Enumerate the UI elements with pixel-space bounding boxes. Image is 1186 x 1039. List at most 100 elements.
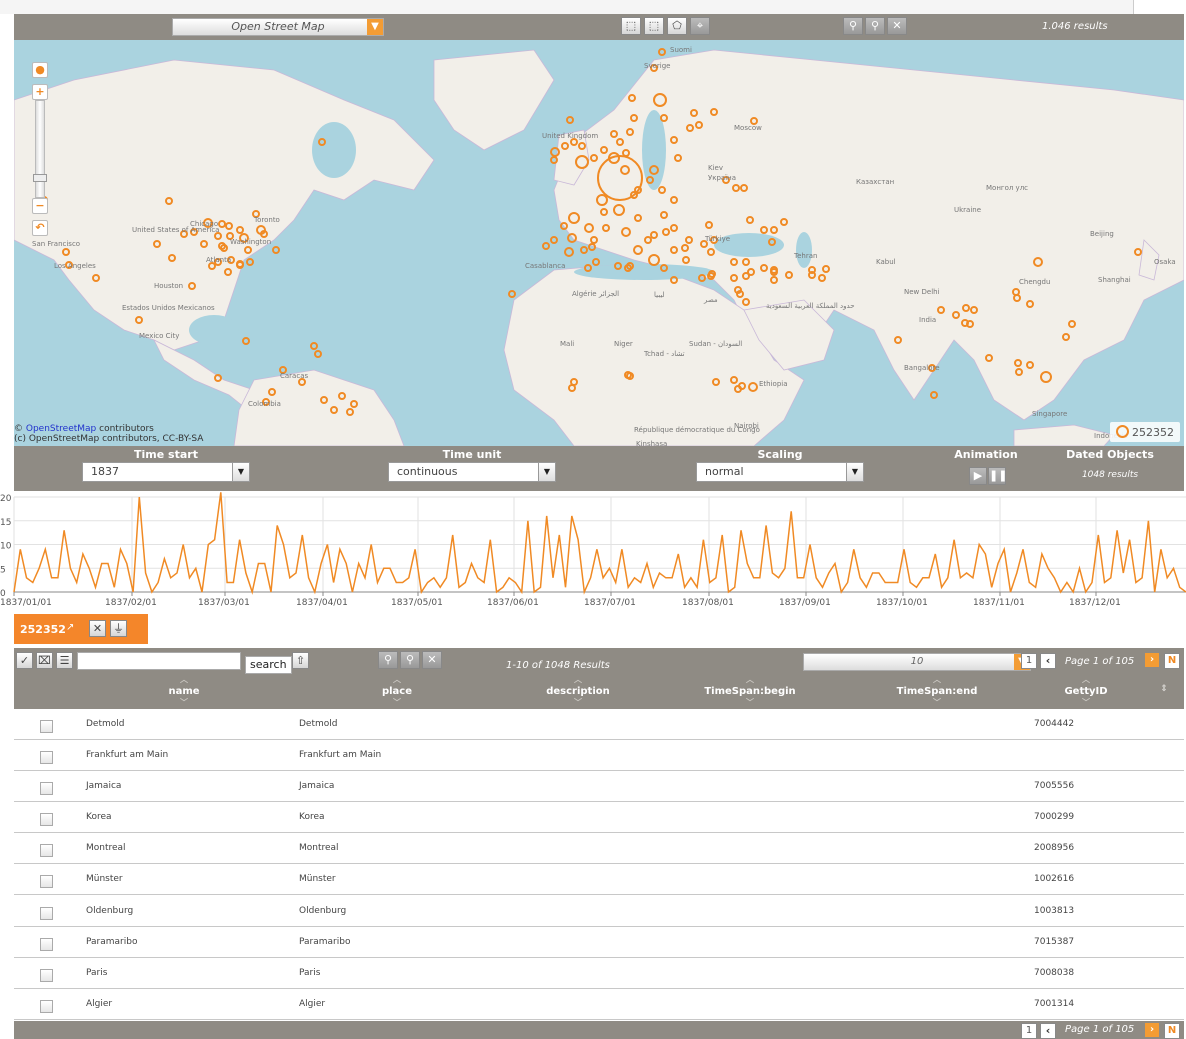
reset-view-icon[interactable]: ↶ <box>32 220 48 236</box>
column-timespan-end[interactable]: ︿ TimeSpan:end ﹀ <box>887 676 987 709</box>
cancel-row-filter-button[interactable]: ✕ <box>422 651 442 669</box>
filter-button[interactable]: ⚲ <box>843 17 863 35</box>
play-icon[interactable]: ▶ <box>969 467 987 485</box>
filter-tag-icon[interactable]: ⏚ <box>110 620 127 637</box>
chevron-down-icon[interactable]: ▼ <box>846 463 863 481</box>
map-marker[interactable] <box>272 246 280 254</box>
pause-icon[interactable]: ❚❚ <box>988 467 1007 485</box>
map-marker[interactable] <box>658 48 666 56</box>
column-description[interactable]: ︿ description ﹀ <box>528 676 628 709</box>
map-marker[interactable] <box>592 258 600 266</box>
row-checkbox[interactable] <box>40 875 53 888</box>
map-marker[interactable] <box>580 246 588 254</box>
select-all-icon[interactable]: ✓ <box>16 652 33 669</box>
table-row[interactable]: Detmold Detmold 7004442 <box>14 709 1184 740</box>
table-row[interactable]: Montreal Montreal 2008956 <box>14 833 1184 864</box>
row-checkbox[interactable] <box>40 813 53 826</box>
last-page-button[interactable]: N <box>1164 1023 1180 1039</box>
row-checkbox[interactable] <box>40 751 53 764</box>
row-checkbox[interactable] <box>40 969 53 982</box>
table-row[interactable]: Paris Paris 7008038 <box>14 958 1184 989</box>
inverse-filter-rows-button[interactable]: ⚲ <box>400 651 420 669</box>
map-marker[interactable] <box>930 391 938 399</box>
table-row[interactable]: Korea Korea 7000299 <box>14 802 1184 833</box>
table-row[interactable]: Algier Algier 7001314 <box>14 989 1184 1020</box>
next-page-icon[interactable]: › <box>1145 653 1159 667</box>
select-rectangle-button[interactable]: ⬚ <box>621 17 641 35</box>
map-marker[interactable] <box>566 116 574 124</box>
search-button[interactable]: search <box>245 656 292 674</box>
close-tag-button[interactable]: ✕ <box>89 620 106 637</box>
map-marker[interactable] <box>698 274 706 282</box>
time-unit-select[interactable]: continuous ▼ <box>388 462 556 482</box>
zoom-slider-handle[interactable] <box>33 174 47 182</box>
map[interactable]: Suomi Sverige Moscow United Kingdom Kiev Укра… <box>14 40 1184 446</box>
map-marker[interactable] <box>508 290 516 298</box>
map-marker[interactable] <box>310 342 318 350</box>
page-number-box[interactable]: 1 <box>1021 1023 1037 1039</box>
row-checkbox[interactable] <box>40 938 53 951</box>
row-checkbox[interactable] <box>40 907 53 920</box>
map-marker[interactable] <box>542 242 550 250</box>
external-link-icon[interactable]: ↗ <box>66 622 74 633</box>
filter-rows-button[interactable]: ⚲ <box>378 651 398 669</box>
row-checkbox[interactable] <box>40 1000 53 1013</box>
table-row[interactable]: Paramaribo Paramaribo 7015387 <box>14 927 1184 958</box>
sort-icon[interactable]: ⇕ <box>1154 684 1174 700</box>
table-row[interactable]: Frankfurt am Main Frankfurt am Main <box>14 740 1184 771</box>
series-line[interactable] <box>13 492 1186 595</box>
chevron-down-icon[interactable]: ▼ <box>538 463 555 481</box>
map-place-label: Tehran <box>793 252 817 260</box>
select-circle-button[interactable]: ⬚ <box>644 17 664 35</box>
zoom-out-button[interactable]: − <box>32 198 48 214</box>
map-marker[interactable] <box>588 243 596 251</box>
table-row[interactable]: Jamaica Jamaica 7005556 <box>14 771 1184 802</box>
select-polygon-button[interactable]: ⬠ <box>667 17 687 35</box>
row-checkbox[interactable] <box>40 782 53 795</box>
deselect-icon[interactable]: ⌧ <box>36 652 53 669</box>
column-name[interactable]: ︿ name ﹀ <box>134 676 234 709</box>
time-start-select[interactable]: 1837 ▼ <box>82 462 250 482</box>
list-icon[interactable]: ☰ <box>56 652 73 669</box>
cell-name: Oldenburg <box>86 906 134 916</box>
table-row[interactable]: Münster Münster 1002616 <box>14 864 1184 895</box>
zoom-slider[interactable] <box>35 100 45 198</box>
map-marker[interactable] <box>246 258 254 266</box>
next-page-icon[interactable]: › <box>1145 1023 1159 1037</box>
scaling-select[interactable]: normal ▼ <box>696 462 864 482</box>
osm-link[interactable]: OpenStreetMap <box>26 424 96 434</box>
last-page-button[interactable]: N <box>1164 653 1180 669</box>
search-input[interactable] <box>77 652 241 670</box>
map-marker[interactable] <box>242 337 250 345</box>
prev-page-icon[interactable]: ‹ <box>1040 1023 1056 1039</box>
top-strip <box>0 0 1186 14</box>
chevron-down-icon[interactable]: ▼ <box>232 463 249 481</box>
timeline-chart[interactable]: 0 5 10 15 20 1837/01/01 1837/02/01 1837/03/01 18… <box>0 491 1186 610</box>
y-tick-label: 15 <box>0 518 11 528</box>
per-page-select[interactable]: 10 ▼ <box>803 653 1031 671</box>
inverse-filter-button[interactable]: ⚲ <box>865 17 885 35</box>
column-gettyid[interactable]: ︿ GettyID ﹀ <box>1036 676 1136 709</box>
greenland <box>433 49 555 151</box>
column-place[interactable]: ︿ place ﹀ <box>347 676 447 709</box>
osm-license-link[interactable]: (c) OpenStreetMap contributors, CC-BY-SA <box>14 434 203 444</box>
upload-icon[interactable]: ⇧ <box>292 652 309 669</box>
map-place-label: Suomi <box>670 46 692 54</box>
row-checkbox[interactable] <box>40 844 53 857</box>
pan-button[interactable]: ● <box>32 62 48 78</box>
column-timespan-begin[interactable]: ︿ TimeSpan:begin ﹀ <box>700 676 800 709</box>
chevron-down-icon[interactable]: ▼ <box>367 19 383 35</box>
cancel-filter-button[interactable]: ✕ <box>887 17 907 35</box>
zoom-in-button[interactable]: + <box>32 84 48 100</box>
select-country-button[interactable]: ⌖ <box>690 17 710 35</box>
map-marker[interactable] <box>550 156 558 164</box>
map-marker[interactable] <box>550 236 558 244</box>
page-number-box[interactable]: 1 <box>1021 653 1037 669</box>
row-checkbox[interactable] <box>40 720 53 733</box>
table-row[interactable]: Oldenburg Oldenburg 1003813 <box>14 896 1184 927</box>
map-marker[interactable] <box>564 247 574 257</box>
map-layer-select[interactable]: Open Street Map ▼ <box>172 18 384 36</box>
map-place-label: Монгол улс <box>986 184 1028 192</box>
prev-page-icon[interactable]: ‹ <box>1040 653 1056 669</box>
map-marker[interactable] <box>314 350 322 358</box>
